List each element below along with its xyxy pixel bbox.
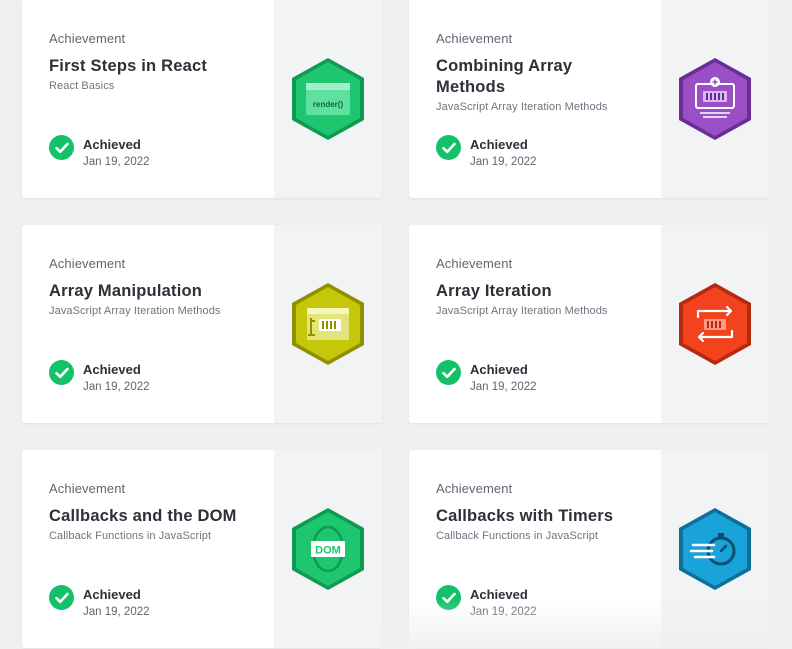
badge-panel: DOM [274,450,382,648]
achievement-info: Achievement Combining Array Methods Java… [409,0,661,198]
array-manipulation-badge-icon [292,283,364,365]
achievement-status: Achieved [470,137,528,152]
react-render-badge-icon: render() [292,58,364,140]
badge-panel [661,225,769,423]
checkmark-icon [436,585,461,610]
achievement-info: Achievement Callbacks with Timers Callba… [409,450,661,648]
badge-text: DOM [315,545,341,557]
achievement-kind: Achievement [49,31,126,46]
achievement-card[interactable]: Achievement Callbacks with Timers Callba… [409,450,769,648]
achievement-date: Jan 19, 2022 [470,381,537,393]
achievement-date: Jan 19, 2022 [470,606,537,618]
achievement-date: Jan 19, 2022 [83,156,150,168]
achievement-title[interactable]: First Steps in React [49,56,264,77]
checkmark-icon [49,585,74,610]
achievement-course[interactable]: JavaScript Array Iteration Methods [436,305,608,317]
achievement-status: Achieved [470,587,528,602]
dom-callback-badge-icon: DOM [292,508,364,590]
achievement-kind: Achievement [49,256,126,271]
achievement-card[interactable]: Achievement First Steps in React React B… [22,0,382,198]
checkmark-icon [436,360,461,385]
achievement-title[interactable]: Array Manipulation [49,281,264,302]
achievement-course[interactable]: React Basics [49,80,114,92]
achievement-course[interactable]: Callback Functions in JavaScript [436,530,598,542]
timer-badge-icon [679,508,751,590]
badge-panel: render() [274,0,382,198]
badge-panel [661,450,769,648]
achievement-kind: Achievement [436,256,513,271]
checkmark-icon [436,135,461,160]
achievement-info: Achievement First Steps in React React B… [22,0,274,198]
badge-panel [274,225,382,423]
achievement-date: Jan 19, 2022 [83,606,150,618]
achievement-kind: Achievement [436,31,513,46]
achievement-card[interactable]: Achievement Combining Array Methods Java… [409,0,769,198]
achievement-status: Achieved [83,137,141,152]
achievement-status: Achieved [470,362,528,377]
achievement-title[interactable]: Combining Array Methods [436,56,606,98]
achievement-info: Achievement Array Iteration JavaScript A… [409,225,661,423]
checkmark-icon [49,360,74,385]
array-iteration-badge-icon [679,283,751,365]
achievement-kind: Achievement [436,481,513,496]
badge-panel [661,0,769,198]
achievement-course[interactable]: JavaScript Array Iteration Methods [436,101,608,113]
checkmark-icon [49,135,74,160]
achievement-title[interactable]: Callbacks with Timers [436,506,651,527]
achievement-card[interactable]: Achievement Callbacks and the DOM Callba… [22,450,382,648]
achievement-kind: Achievement [49,481,126,496]
achievement-card[interactable]: Achievement Array Manipulation JavaScrip… [22,225,382,423]
achievement-date: Jan 19, 2022 [83,381,150,393]
achievement-course[interactable]: JavaScript Array Iteration Methods [49,305,221,317]
badge-text: render() [313,100,344,109]
achievement-status: Achieved [83,587,141,602]
achievement-info: Achievement Callbacks and the DOM Callba… [22,450,274,648]
achievement-title[interactable]: Array Iteration [436,281,651,302]
achievement-info: Achievement Array Manipulation JavaScrip… [22,225,274,423]
achievement-date: Jan 19, 2022 [470,156,537,168]
array-combine-badge-icon [679,58,751,140]
achievement-status: Achieved [83,362,141,377]
achievement-title[interactable]: Callbacks and the DOM [49,506,264,527]
achievement-course[interactable]: Callback Functions in JavaScript [49,530,211,542]
achievement-card[interactable]: Achievement Array Iteration JavaScript A… [409,225,769,423]
